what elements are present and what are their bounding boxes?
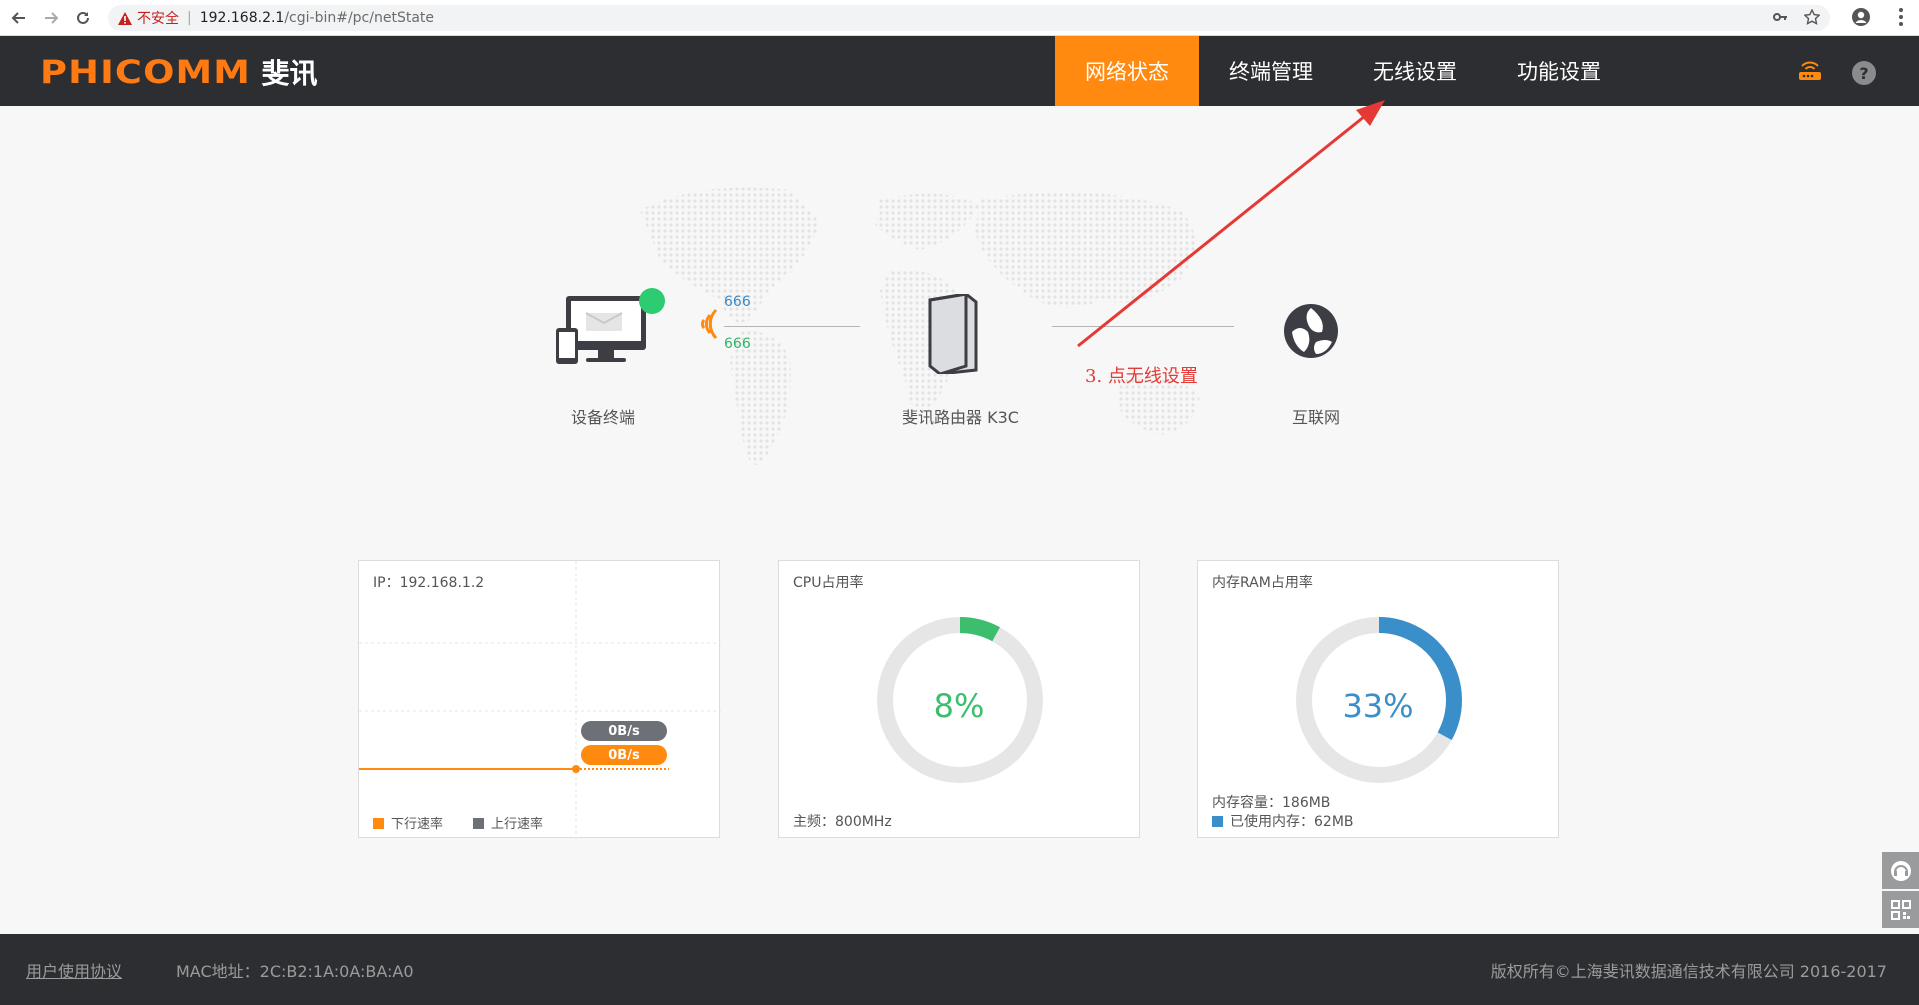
upload-rate-pill: 0B/s [581,721,667,741]
download-rate-pill: 0B/s [581,745,667,765]
download-rate: 666 [724,336,751,352]
ram-used: 已使用内存：62MB [1212,811,1354,831]
annotation-text: 3. 点无线设置 [1085,366,1198,387]
traffic-grid [359,561,721,839]
router-status-icon[interactable] [1796,58,1824,86]
customer-service-button[interactable] [1882,852,1919,889]
forward-icon[interactable] [38,5,64,31]
annotation-arrow [1077,100,1385,348]
device-terminal-icon[interactable] [556,288,668,368]
profile-icon[interactable] [1851,7,1871,31]
phicomm-logo[interactable]: PHICOMM 斐讯 [40,52,318,92]
cpu-frequency: 主频：800MHz [793,814,892,830]
upload-rate: 666 [724,294,751,310]
qr-code-icon [1890,899,1911,920]
security-warning[interactable]: 不安全 [118,8,179,28]
omnibox-actions [1772,8,1821,29]
browser-toolbar: 不安全 | 192.168.2.1/cgi-bin#/pc/netState [0,0,1919,36]
ram-percent: 33% [1342,687,1414,725]
nav-feature-settings[interactable]: 功能设置 [1487,36,1631,106]
bookmark-star-icon[interactable] [1803,8,1821,29]
cpu-title: CPU占用率 [793,575,864,591]
internet-label: 互联网 [1292,408,1341,427]
warning-icon [118,11,132,25]
key-icon[interactable] [1772,9,1788,29]
ram-capacity: 内存容量：186MB [1212,795,1331,811]
link-line-device-router [724,326,860,327]
reload-icon[interactable] [70,5,96,31]
browser-menu-icon[interactable] [1899,8,1903,30]
headset-icon [1890,860,1911,881]
wifi-signal-icon [701,308,718,340]
ram-card: 内存RAM占用率 33% 内存容量：186MB 已使用内存：62MB [1197,560,1559,838]
copyright-text: 版权所有©上海斐讯数据通信技术有限公司 2016-2017 [1490,962,1887,981]
traffic-card: IP：192.168.1.2 0B/s 0B/s 下行速率 上行速率 [358,560,721,839]
app-header: PHICOMM 斐讯 网络状态 终端管理 无线设置 功能设置 ? [0,36,1919,106]
user-agreement-link[interactable]: 用户使用协议 [26,958,122,982]
url-separator: | [187,10,192,26]
back-icon[interactable] [6,5,32,31]
ram-title: 内存RAM占用率 [1212,575,1313,591]
cpu-percent: 8% [933,687,985,725]
help-icon[interactable]: ? [1852,61,1876,85]
router-label: 斐讯路由器 K3C [902,408,1019,427]
url-text: 192.168.2.1/cgi-bin#/pc/netState [199,10,435,26]
legend-upload: 上行速率 [473,813,543,832]
app-footer: 用户使用协议 MAC地址：2C:B2:1A:0A:BA:A0 版权所有©上海斐讯… [0,934,1919,1005]
address-bar[interactable]: 不安全 | 192.168.2.1/cgi-bin#/pc/netState [108,5,1830,31]
cpu-card: CPU占用率 8% 主频：800MHz [778,560,1140,838]
legend-download: 下行速率 [373,813,443,832]
traffic-legend: 下行速率 上行速率 [373,813,543,832]
device-terminal-label: 设备终端 [571,408,636,427]
qr-code-button[interactable] [1882,891,1919,928]
mac-address: MAC地址：2C:B2:1A:0A:BA:A0 [176,962,414,981]
router-k3c-icon[interactable] [926,294,980,374]
